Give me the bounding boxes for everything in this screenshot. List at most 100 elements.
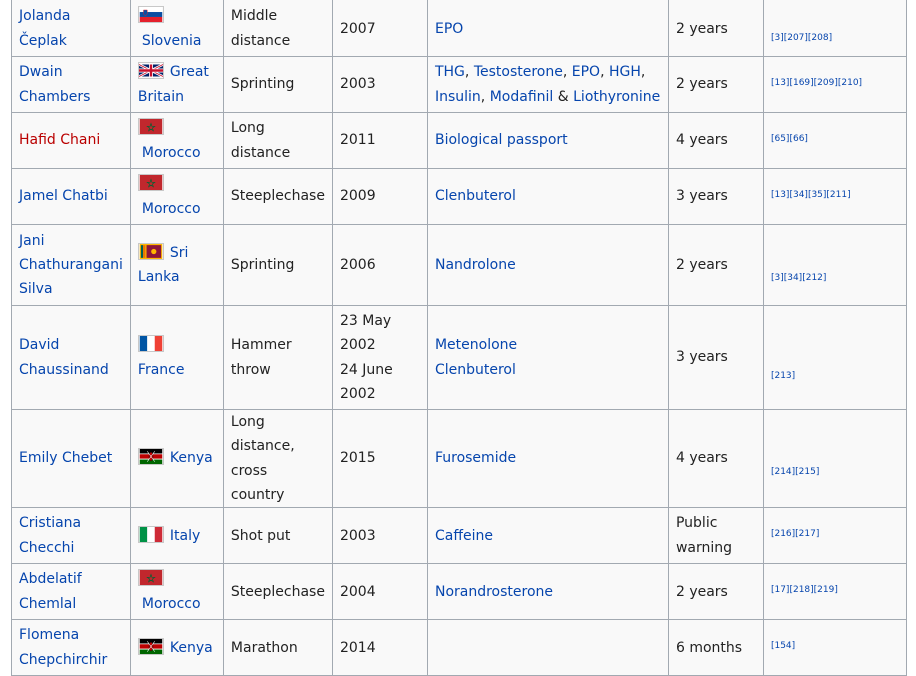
date-cell: 2003 — [331, 507, 428, 565]
substance-link[interactable]: Modafinil — [490, 89, 554, 105]
substance-link[interactable]: Biological passport — [435, 132, 568, 148]
nationality-cell: Kenya — [129, 619, 224, 676]
substance-link[interactable]: Clenbuterol — [435, 188, 516, 204]
sanction-cell: 2 years — [667, 56, 764, 113]
athlete-name-line: Silva — [19, 281, 53, 298]
athlete-link[interactable]: Jolanda Čeplak — [19, 8, 71, 48]
references-cell: [216][217] — [762, 507, 907, 565]
substance-link[interactable]: Metenolone — [435, 337, 517, 353]
date-cell: 2015 — [331, 408, 428, 509]
substance-link[interactable]: EPO — [435, 21, 463, 37]
citation-link[interactable]: [208] — [808, 33, 832, 43]
citation-link[interactable]: [210] — [838, 78, 862, 88]
athlete-name-line: Chemlal — [19, 595, 77, 612]
nationality-cell: Morocco — [129, 563, 224, 621]
citation-link[interactable]: [3] — [771, 33, 784, 43]
athlete-name-line: Chaussinand — [19, 361, 109, 378]
sanction-line: 3 years — [675, 188, 728, 205]
substance-cell: Clenbuterol — [426, 168, 669, 225]
athlete-link[interactable]: Cristiana Checchi — [19, 515, 81, 555]
citation-link[interactable]: [35] — [808, 190, 826, 200]
athlete-cell: Jamel Chatbi — [11, 168, 131, 225]
date-cell: 2007 — [331, 0, 428, 57]
athlete-link[interactable]: Emily Chebet — [19, 450, 112, 466]
date-line: 23 May — [339, 312, 392, 329]
citation-link[interactable]: [3] — [771, 273, 784, 283]
citation-link[interactable]: [219] — [814, 585, 838, 595]
citation-link[interactable]: [34] — [789, 190, 807, 200]
substance-link[interactable]: THG — [435, 64, 465, 80]
event-line: distance — [230, 144, 291, 161]
date-line: 2003 — [339, 527, 376, 544]
substance-link[interactable]: Nandrolone — [435, 257, 516, 273]
event-cell: Hammer throw — [222, 305, 333, 410]
sanction-cell: 3 years — [667, 305, 764, 410]
date-cell: 2009 — [331, 168, 428, 225]
citation-link[interactable]: [169] — [789, 78, 813, 88]
nationality-cell: Italy — [129, 507, 224, 565]
country-link[interactable]: Kenya — [170, 640, 213, 656]
substance-link[interactable]: Norandrosterone — [435, 584, 553, 600]
country-link[interactable]: Morocco — [138, 596, 201, 612]
country-link[interactable]: Kenya — [170, 450, 213, 466]
citation-link[interactable]: [213] — [771, 371, 795, 381]
citation-link[interactable]: [17] — [771, 585, 789, 595]
athlete-cell: Dwain Chambers — [11, 56, 131, 113]
substance-link[interactable]: Furosemide — [435, 450, 516, 466]
substance-cell — [426, 619, 669, 676]
sanction-cell: 4 years — [667, 408, 764, 509]
substance-link[interactable]: Testosterone — [474, 64, 563, 80]
event-line: distance — [230, 32, 291, 49]
athlete-name-line: Emily Chebet — [19, 450, 113, 467]
doping-cases-table: Jolanda Čeplak Slovenia Middle distance 2007 E… — [11, 0, 907, 676]
date-line: 2014 — [339, 639, 376, 656]
athlete-name-line: Jani — [19, 232, 45, 249]
citation-link[interactable]: [217] — [795, 529, 819, 539]
substance-link[interactable]: Clenbuterol — [435, 362, 516, 378]
substance-link[interactable]: Liothyronine — [573, 89, 660, 105]
country-link[interactable]: Morocco — [138, 145, 201, 161]
athlete-cell: Jolanda Čeplak — [11, 0, 131, 57]
substance-separator: , — [562, 64, 572, 81]
flag-kenya-icon — [137, 637, 164, 655]
athlete-link[interactable]: Jani Chathurangani Silva — [19, 233, 123, 298]
date-line: 2004 — [339, 583, 376, 600]
citation-link[interactable]: [154] — [771, 641, 795, 651]
athlete-link[interactable]: Abdelatif Chemlal — [19, 571, 82, 611]
citation-link[interactable]: [65] — [771, 134, 789, 144]
citation-link[interactable]: [218] — [789, 585, 813, 595]
references-cell: [214][215] — [762, 408, 907, 509]
athlete-link[interactable]: Jamel Chatbi — [19, 188, 108, 204]
athlete-name-line: Jamel Chatbi — [19, 188, 108, 205]
citation-link[interactable]: [211] — [826, 190, 850, 200]
citation-link[interactable]: [207] — [784, 33, 808, 43]
citation-link[interactable]: [212] — [802, 273, 826, 283]
athlete-link[interactable]: Hafid Chani — [19, 132, 100, 148]
citation-link[interactable]: [215] — [795, 467, 819, 477]
citation-link[interactable]: [66] — [789, 134, 807, 144]
athlete-name-line: Dwain — [19, 64, 63, 81]
country-link[interactable]: Italy — [170, 528, 200, 544]
flag-italy-icon — [137, 525, 164, 543]
substance-link[interactable]: EPO — [572, 64, 600, 80]
athlete-link[interactable]: Flomena Chepchirchir — [19, 627, 107, 667]
country-link[interactable]: Morocco — [138, 201, 201, 217]
athlete-link[interactable]: Dwain Chambers — [19, 64, 90, 104]
citation-link[interactable]: [209] — [814, 78, 838, 88]
event-line: cross country — [230, 462, 285, 503]
citation-link[interactable]: [13] — [771, 190, 789, 200]
athlete-link[interactable]: David Chaussinand — [19, 337, 109, 377]
citation-link[interactable]: [34] — [784, 273, 802, 283]
country-link[interactable]: Slovenia — [138, 33, 202, 49]
substance-link[interactable]: Caffeine — [435, 528, 493, 544]
citation-link[interactable]: [13] — [771, 78, 789, 88]
country-link[interactable]: France — [138, 362, 185, 378]
athlete-name-line: David — [19, 337, 60, 354]
sanction-cell: 4 years — [667, 112, 764, 169]
athlete-cell: Abdelatif Chemlal — [11, 563, 131, 621]
substance-cell: Nandrolone — [426, 224, 669, 306]
substance-link[interactable]: Insulin — [435, 89, 481, 105]
citation-link[interactable]: [216] — [771, 529, 795, 539]
citation-link[interactable]: [214] — [771, 467, 795, 477]
substance-link[interactable]: HGH — [609, 64, 641, 80]
